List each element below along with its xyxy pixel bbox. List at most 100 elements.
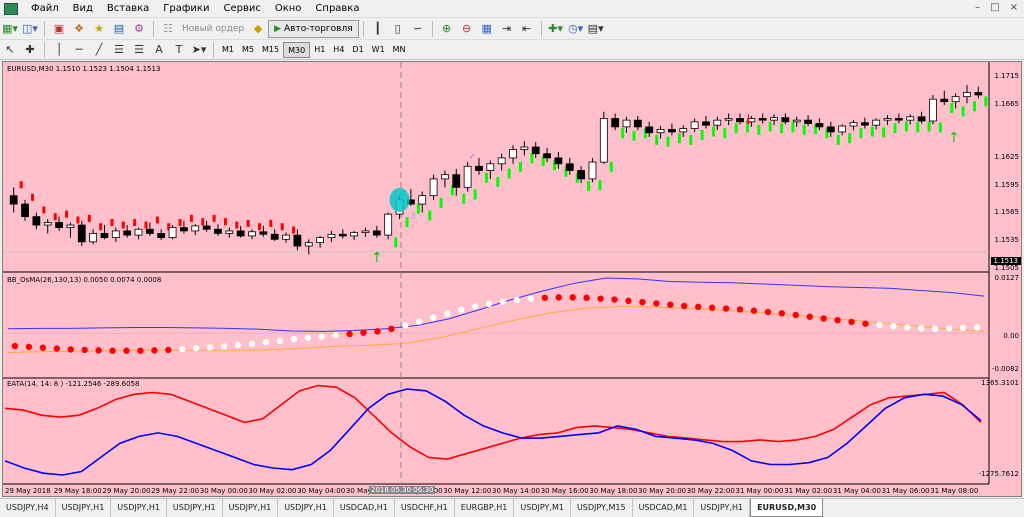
buy-signal-bar <box>984 96 988 107</box>
fibonacci-icon[interactable]: ☰ <box>130 41 148 59</box>
chart-tab[interactable]: USDCAD,M1 <box>633 499 695 517</box>
new-order-button[interactable]: Новый ордер <box>178 24 248 34</box>
timeframe-d1[interactable]: D1 <box>348 42 367 58</box>
channel-icon[interactable]: ☰ <box>110 41 128 59</box>
bear-candle <box>554 157 563 165</box>
menu-help[interactable]: Справка <box>308 0 366 18</box>
bull-candle <box>316 237 324 244</box>
osma-dot <box>681 302 688 310</box>
chart-tab[interactable]: USDJPY,H1 <box>694 499 751 517</box>
candlestick-chart-icon[interactable]: ▯ <box>389 20 407 38</box>
timeframe-w1[interactable]: W1 <box>368 42 389 58</box>
periods-icon[interactable]: ◷▾ <box>567 20 585 38</box>
profiles-icon[interactable]: ◫▾ <box>21 20 39 38</box>
cursor-icon[interactable]: ↖ <box>1 41 19 59</box>
time-tick: 30 May 04:00 <box>297 487 346 495</box>
line-chart-icon[interactable]: ∽ <box>409 20 427 38</box>
zoom-in-icon[interactable]: ⊕ <box>438 20 456 38</box>
time-tick: 31 May 04:00 <box>832 487 881 495</box>
close-icon[interactable]: × <box>1010 2 1018 13</box>
bear-candle <box>338 233 347 237</box>
tester-icon[interactable]: ⚙ <box>130 20 148 38</box>
bull-candle <box>225 230 234 234</box>
autotrade-label: Авто-торговля <box>284 23 353 34</box>
metaeditor-icon[interactable]: ◆ <box>249 20 267 38</box>
timeframe-mn[interactable]: MN <box>389 42 410 58</box>
osma-dot <box>81 346 88 354</box>
osma-dot <box>137 347 144 354</box>
chart-tab[interactable]: USDCHF,H1 <box>395 499 455 517</box>
indicators-icon[interactable]: ✚▾ <box>547 20 565 38</box>
tile-windows-icon[interactable]: ▦ <box>478 20 496 38</box>
bear-candle <box>543 153 551 159</box>
autotrade-button[interactable]: ▶ Авто-торговля <box>268 19 359 38</box>
menu-charts[interactable]: Графики <box>156 0 216 18</box>
buy-signal-bar <box>711 126 715 137</box>
chart-tab[interactable]: USDJPY,H4 <box>0 499 56 517</box>
crosshair-icon[interactable]: ✚ <box>21 41 39 59</box>
menu-file[interactable]: Файл <box>24 0 66 18</box>
chart-tab[interactable]: EURGBP,H1 <box>455 499 515 517</box>
menu-view[interactable]: Вид <box>66 0 100 18</box>
menu-window[interactable]: Окно <box>268 0 309 18</box>
timeframe-h1[interactable]: H1 <box>310 42 329 58</box>
chart-tab[interactable]: USDJPY,M1 <box>514 499 571 517</box>
chart-shift-icon[interactable]: ⇤ <box>518 20 536 38</box>
bull-candle <box>89 233 98 243</box>
zoom-out-icon[interactable]: ⊖ <box>458 20 476 38</box>
bull-candle <box>713 119 722 126</box>
eata-title: EATA(14, 14: 8 ) -121.2546 -289.6058 <box>7 380 140 388</box>
trendline-icon[interactable]: ╱ <box>90 41 108 59</box>
timeframe-m5[interactable]: M5 <box>238 42 258 58</box>
chart-tab[interactable]: USDJPY,H1 <box>167 499 223 517</box>
up-arrow-icon: ⇧ <box>410 212 418 222</box>
bear-candle <box>55 222 63 228</box>
separator <box>431 20 433 37</box>
bar-chart-icon[interactable]: ┃ <box>369 20 387 38</box>
minimize-icon[interactable]: – <box>975 2 980 13</box>
sell-signal-bar <box>121 221 125 229</box>
time-tick: 30 May 18:00 <box>589 487 638 495</box>
bear-candle <box>202 225 211 230</box>
restore-icon[interactable]: □ <box>990 2 999 13</box>
menu-tools[interactable]: Сервис <box>216 0 267 18</box>
text-label-icon[interactable]: T <box>170 41 188 59</box>
bull-candle <box>838 125 847 133</box>
osma-dot <box>248 340 256 348</box>
time-tick: 30 May 14:00 <box>492 487 541 495</box>
bear-candle <box>32 216 41 226</box>
bear-candle <box>804 119 812 124</box>
chart-window[interactable]: ↑ ↑ ↓ ✓ ⇧ EURUSD,M30 1.1510 1.1523 1.1504 1.… <box>2 61 1022 497</box>
autoscroll-icon[interactable]: ⇥ <box>498 20 516 38</box>
separator <box>540 20 542 37</box>
time-tick: 30 May 22:00 <box>686 487 735 495</box>
chart-tab[interactable]: USDJPY,H1 <box>111 499 167 517</box>
chart-tab[interactable]: USDCAD,H1 <box>334 499 395 517</box>
timeframe-m15[interactable]: M15 <box>258 42 283 58</box>
terminal-icon[interactable]: ▤ <box>110 20 128 38</box>
navigator-icon[interactable]: ❖ <box>70 20 88 38</box>
text-tool-icon[interactable]: A <box>150 41 168 59</box>
new-chart-icon[interactable]: ▦▾ <box>1 20 19 38</box>
timeframe-h4[interactable]: H4 <box>329 42 348 58</box>
time-tick: 30 May 12:00 <box>443 487 492 495</box>
arrows-icon[interactable]: ➤▾ <box>190 41 208 59</box>
templates-icon[interactable]: ▤▾ <box>587 20 605 38</box>
vertical-line-icon[interactable]: │ <box>50 41 68 59</box>
buy-signal-bar <box>802 124 806 135</box>
chart-tab[interactable]: USDJPY,H1 <box>56 499 112 517</box>
horizontal-line-icon[interactable]: ─ <box>70 41 88 59</box>
buy-signal-bar <box>700 129 704 140</box>
chart-tab[interactable]: USDJPY,H1 <box>278 499 334 517</box>
timeframe-m1[interactable]: M1 <box>218 42 238 58</box>
timeframe-m30[interactable]: M30 <box>283 41 311 58</box>
osma-dot <box>848 318 855 326</box>
chart-tab[interactable]: EURUSD,M30 <box>750 499 824 517</box>
market-watch-icon[interactable]: ▣ <box>50 20 68 38</box>
chart-tab[interactable]: USDJPY,M15 <box>571 499 633 517</box>
menu-insert[interactable]: Вставка <box>100 0 156 18</box>
check-mark-icon: ✓ <box>469 152 476 161</box>
chart-tab[interactable]: USDJPY,H1 <box>223 499 279 517</box>
favorites-icon[interactable]: ★ <box>90 20 108 38</box>
bull-candle <box>690 121 699 129</box>
